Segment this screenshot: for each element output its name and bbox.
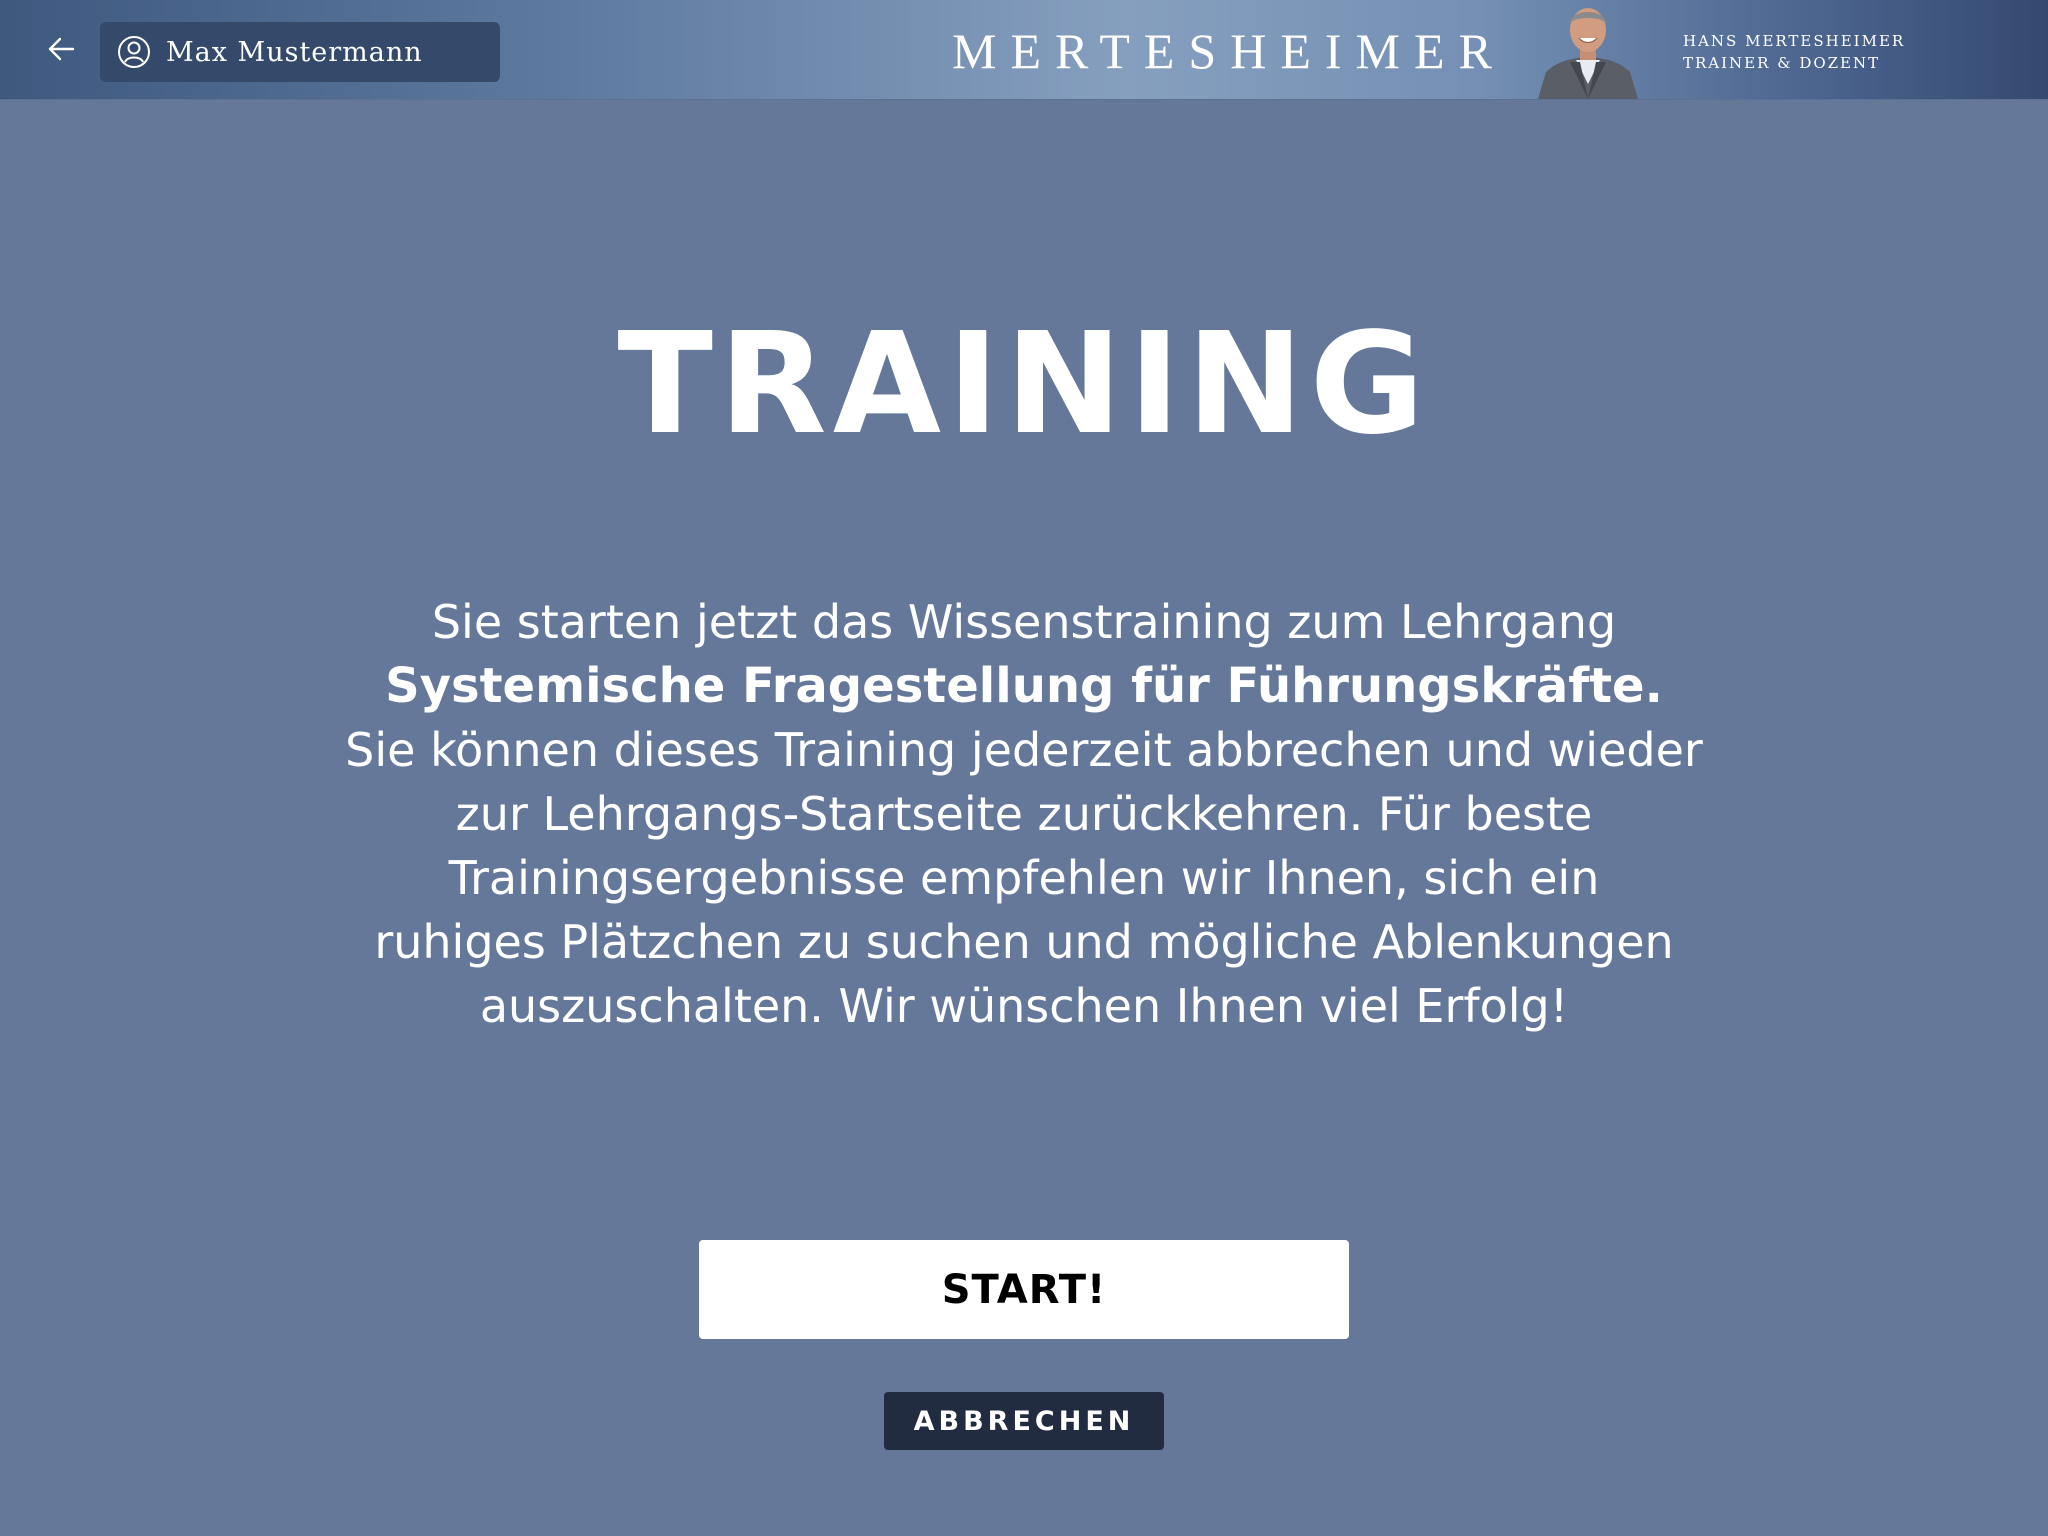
top-bar: Max Mustermann MERTESHEIMER HANS MERTESH… — [0, 0, 2048, 100]
cancel-button[interactable]: ABBRECHEN — [884, 1392, 1164, 1450]
start-button-label: START! — [941, 1266, 1107, 1313]
user-name: Max Mustermann — [166, 36, 423, 68]
intro-line: ruhiges Plätzchen zu suchen und mögliche… — [374, 915, 1674, 969]
arrow-left-icon — [48, 37, 75, 61]
intro-line: Sie können dieses Training jederzeit abb… — [345, 723, 1703, 777]
trainer-role: TRAINER & DOZENT — [1683, 54, 1881, 72]
intro-text: Sie starten jetzt das Wissenstraining zu… — [324, 590, 1724, 1038]
back-button[interactable] — [40, 28, 82, 70]
user-profile-button[interactable]: Max Mustermann — [100, 22, 500, 82]
page-title: TRAINING — [617, 303, 1431, 466]
course-name: Systemische Fragestellung für Führungskr… — [385, 658, 1663, 714]
trainer-name: HANS MERTESHEIMER — [1683, 32, 1906, 50]
trainer-portrait — [1532, 0, 1644, 99]
intro-line: Sie starten jetzt das Wissenstraining zu… — [431, 595, 1617, 649]
intro-line: Trainingsergebnisse empfehlen wir Ihnen,… — [448, 851, 1600, 905]
start-button[interactable]: START! — [699, 1240, 1349, 1339]
trainer-info: HANS MERTESHEIMER TRAINER & DOZENT — [1683, 30, 1905, 74]
user-circle-icon — [117, 35, 151, 69]
cancel-button-label: ABBRECHEN — [913, 1405, 1135, 1437]
intro-line: zur Lehrgangs-Startseite zurückkehren. F… — [455, 787, 1593, 841]
brand-logo: MERTESHEIMER — [952, 23, 1506, 79]
intro-line: auszuschalten. Wir wünschen Ihnen viel E… — [479, 979, 1569, 1033]
